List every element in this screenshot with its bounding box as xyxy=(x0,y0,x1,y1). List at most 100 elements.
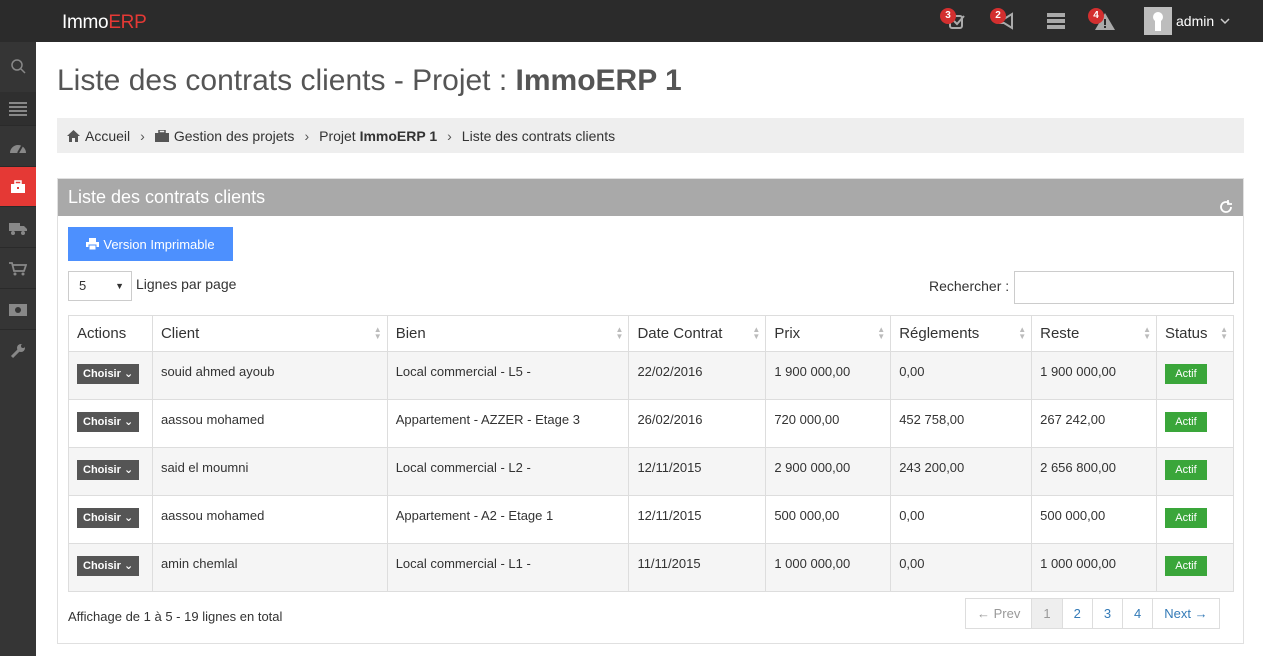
reste-cell: 1 900 000,00 xyxy=(1031,351,1157,400)
pagination-prev[interactable]: ← Prev xyxy=(966,599,1031,628)
page-length-value: 5 xyxy=(79,278,87,293)
status-cell: Actif xyxy=(1155,447,1235,496)
status-cell: Actif xyxy=(1155,495,1235,544)
tasks-icon[interactable]: 3 xyxy=(940,8,970,32)
table-row: Choisir ⌄ said el moumni Local commercia… xyxy=(68,447,1235,496)
reste-cell: 500 000,00 xyxy=(1031,495,1157,544)
prix-cell: 1 000 000,00 xyxy=(765,543,892,592)
reload-icon[interactable] xyxy=(1219,190,1233,227)
page-length-select[interactable]: 5 ▼ xyxy=(68,271,132,301)
actions-cell: Choisir ⌄ xyxy=(68,399,153,448)
sort-icon: ▲ ▼ xyxy=(1018,325,1027,341)
choisir-dropdown-button[interactable]: Choisir ⌄ xyxy=(77,556,140,576)
breadcrumb-home[interactable]: Accueil xyxy=(85,128,130,144)
column-header-reste[interactable]: Reste ▲ ▼ xyxy=(1031,315,1157,352)
reglements-cell: 452 758,00 xyxy=(890,399,1033,448)
status-badge: Actif xyxy=(1164,556,1207,576)
prix-cell: 1 900 000,00 xyxy=(765,351,892,400)
page-length-label: Lignes par page xyxy=(136,276,237,292)
prix-cell: 500 000,00 xyxy=(765,495,892,544)
sidebar-dashboard-icon[interactable] xyxy=(0,127,36,167)
warning-icon[interactable]: 4 xyxy=(1088,8,1118,32)
choisir-dropdown-button[interactable]: Choisir ⌄ xyxy=(77,364,140,384)
status-badge: Actif xyxy=(1164,508,1207,528)
date-cell: 22/02/2016 xyxy=(628,351,767,400)
reglements-cell: 243 200,00 xyxy=(890,447,1033,496)
date-cell: 26/02/2016 xyxy=(628,399,767,448)
choisir-dropdown-button[interactable]: Choisir ⌄ xyxy=(77,412,140,432)
sidebar-cart-icon[interactable] xyxy=(0,249,36,289)
client-cell: aassou mohamed xyxy=(151,495,388,544)
client-cell: said el moumni xyxy=(151,447,388,496)
status-badge: Actif xyxy=(1164,460,1207,480)
pagination-page-3[interactable]: 3 xyxy=(1091,599,1122,628)
status-cell: Actif xyxy=(1155,543,1235,592)
reste-cell: 267 242,00 xyxy=(1031,399,1157,448)
table-row: Choisir ⌄ souid ahmed ayoub Local commer… xyxy=(68,351,1235,400)
column-header-client[interactable]: Client ▲ ▼ xyxy=(151,315,388,352)
app-logo[interactable]: ImmoERP xyxy=(62,12,147,34)
column-header-date[interactable]: Date Contrat ▲ ▼ xyxy=(628,315,767,352)
choisir-dropdown-button[interactable]: Choisir ⌄ xyxy=(77,460,140,480)
reste-cell: 2 656 800,00 xyxy=(1031,447,1157,496)
portlet-title: Liste des contrats clients xyxy=(68,187,266,207)
status-cell: Actif xyxy=(1155,399,1235,448)
client-cell: aassou mohamed xyxy=(151,399,388,448)
caret-down-icon: ▼ xyxy=(115,281,124,291)
date-cell: 11/11/2015 xyxy=(628,543,767,592)
client-cell: amin chemlal xyxy=(151,543,388,592)
home-icon xyxy=(67,129,80,142)
table-row: Choisir ⌄ aassou mohamed Appartement - A… xyxy=(68,495,1235,544)
pagination-page-2[interactable]: 2 xyxy=(1061,599,1092,628)
pagination-page-1[interactable]: 1 xyxy=(1031,599,1062,628)
choisir-dropdown-button[interactable]: Choisir ⌄ xyxy=(77,508,140,528)
print-version-button[interactable]: Version Imprimable xyxy=(68,227,233,261)
actions-cell: Choisir ⌄ xyxy=(68,447,153,496)
contracts-portlet: Liste des contrats clients Version Impri… xyxy=(57,178,1244,644)
sort-icon: ▲ ▼ xyxy=(752,325,761,341)
pagination-page-4[interactable]: 4 xyxy=(1122,599,1152,628)
column-header-bien[interactable]: Bien ▲ ▼ xyxy=(386,315,630,352)
sidebar-money-icon[interactable] xyxy=(0,290,36,330)
breadcrumb: Accueil › Gestion des projets › Projet I… xyxy=(57,118,1244,153)
chevron-right-icon: › xyxy=(140,127,145,144)
prix-cell: 720 000,00 xyxy=(765,399,892,448)
breadcrumb-project[interactable]: Projet ImmoERP 1 xyxy=(319,128,437,144)
main-content: Liste des contrats clients - Projet : Im… xyxy=(36,42,1263,656)
bien-cell: Appartement - AZZER - Etage 3 xyxy=(386,399,630,448)
breadcrumb-projects[interactable]: Gestion des projets xyxy=(174,128,295,144)
pagination: ← Prev 1 2 3 4 Next → xyxy=(965,598,1220,629)
table-row: Choisir ⌄ aassou mohamed Appartement - A… xyxy=(68,399,1235,448)
search-input[interactable] xyxy=(1014,271,1234,304)
reglements-cell: 0,00 xyxy=(890,543,1033,592)
column-header-status[interactable]: Status ▲ ▼ xyxy=(1155,315,1235,352)
reglements-cell: 0,00 xyxy=(890,495,1033,544)
actions-cell: Choisir ⌄ xyxy=(68,543,153,592)
notifications-badge: 2 xyxy=(990,8,1006,24)
sidebar-search-icon[interactable] xyxy=(0,46,36,86)
column-header-reglements[interactable]: Réglements ▲ ▼ xyxy=(890,315,1033,352)
table-row: Choisir ⌄ amin chemlal Local commercial … xyxy=(68,543,1235,592)
pagination-next[interactable]: Next → xyxy=(1152,599,1218,628)
user-menu[interactable]: admin xyxy=(1144,7,1230,35)
bullhorn-icon[interactable]: 2 xyxy=(990,8,1020,32)
tasks-badge: 3 xyxy=(940,8,956,24)
page-title: Liste des contrats clients - Projet : Im… xyxy=(57,64,682,97)
sidebar-menu-toggle-icon[interactable] xyxy=(0,92,36,126)
table-header-row: Actions Client ▲ ▼ Bien ▲ ▼ Date Contrat ▲ ▼ P… xyxy=(68,315,1235,352)
sort-icon: ▲ ▼ xyxy=(1143,325,1151,341)
bien-cell: Local commercial - L5 - xyxy=(386,351,630,400)
contracts-table: Actions Client ▲ ▼ Bien ▲ ▼ Date Contrat ▲ ▼ P… xyxy=(68,315,1235,592)
server-icon[interactable] xyxy=(1045,10,1069,32)
sidebar-truck-icon[interactable] xyxy=(0,208,36,248)
reglements-cell: 0,00 xyxy=(890,351,1033,400)
sidebar-projects-icon[interactable] xyxy=(0,167,36,207)
reste-cell: 1 000 000,00 xyxy=(1031,543,1157,592)
date-cell: 12/11/2015 xyxy=(628,447,767,496)
sidebar-wrench-icon[interactable] xyxy=(0,331,36,371)
sort-icon: ▲ ▼ xyxy=(615,325,624,341)
briefcase-icon xyxy=(154,129,169,142)
actions-cell: Choisir ⌄ xyxy=(68,495,153,544)
column-header-prix[interactable]: Prix ▲ ▼ xyxy=(765,315,892,352)
breadcrumb-current: Liste des contrats clients xyxy=(461,127,616,144)
